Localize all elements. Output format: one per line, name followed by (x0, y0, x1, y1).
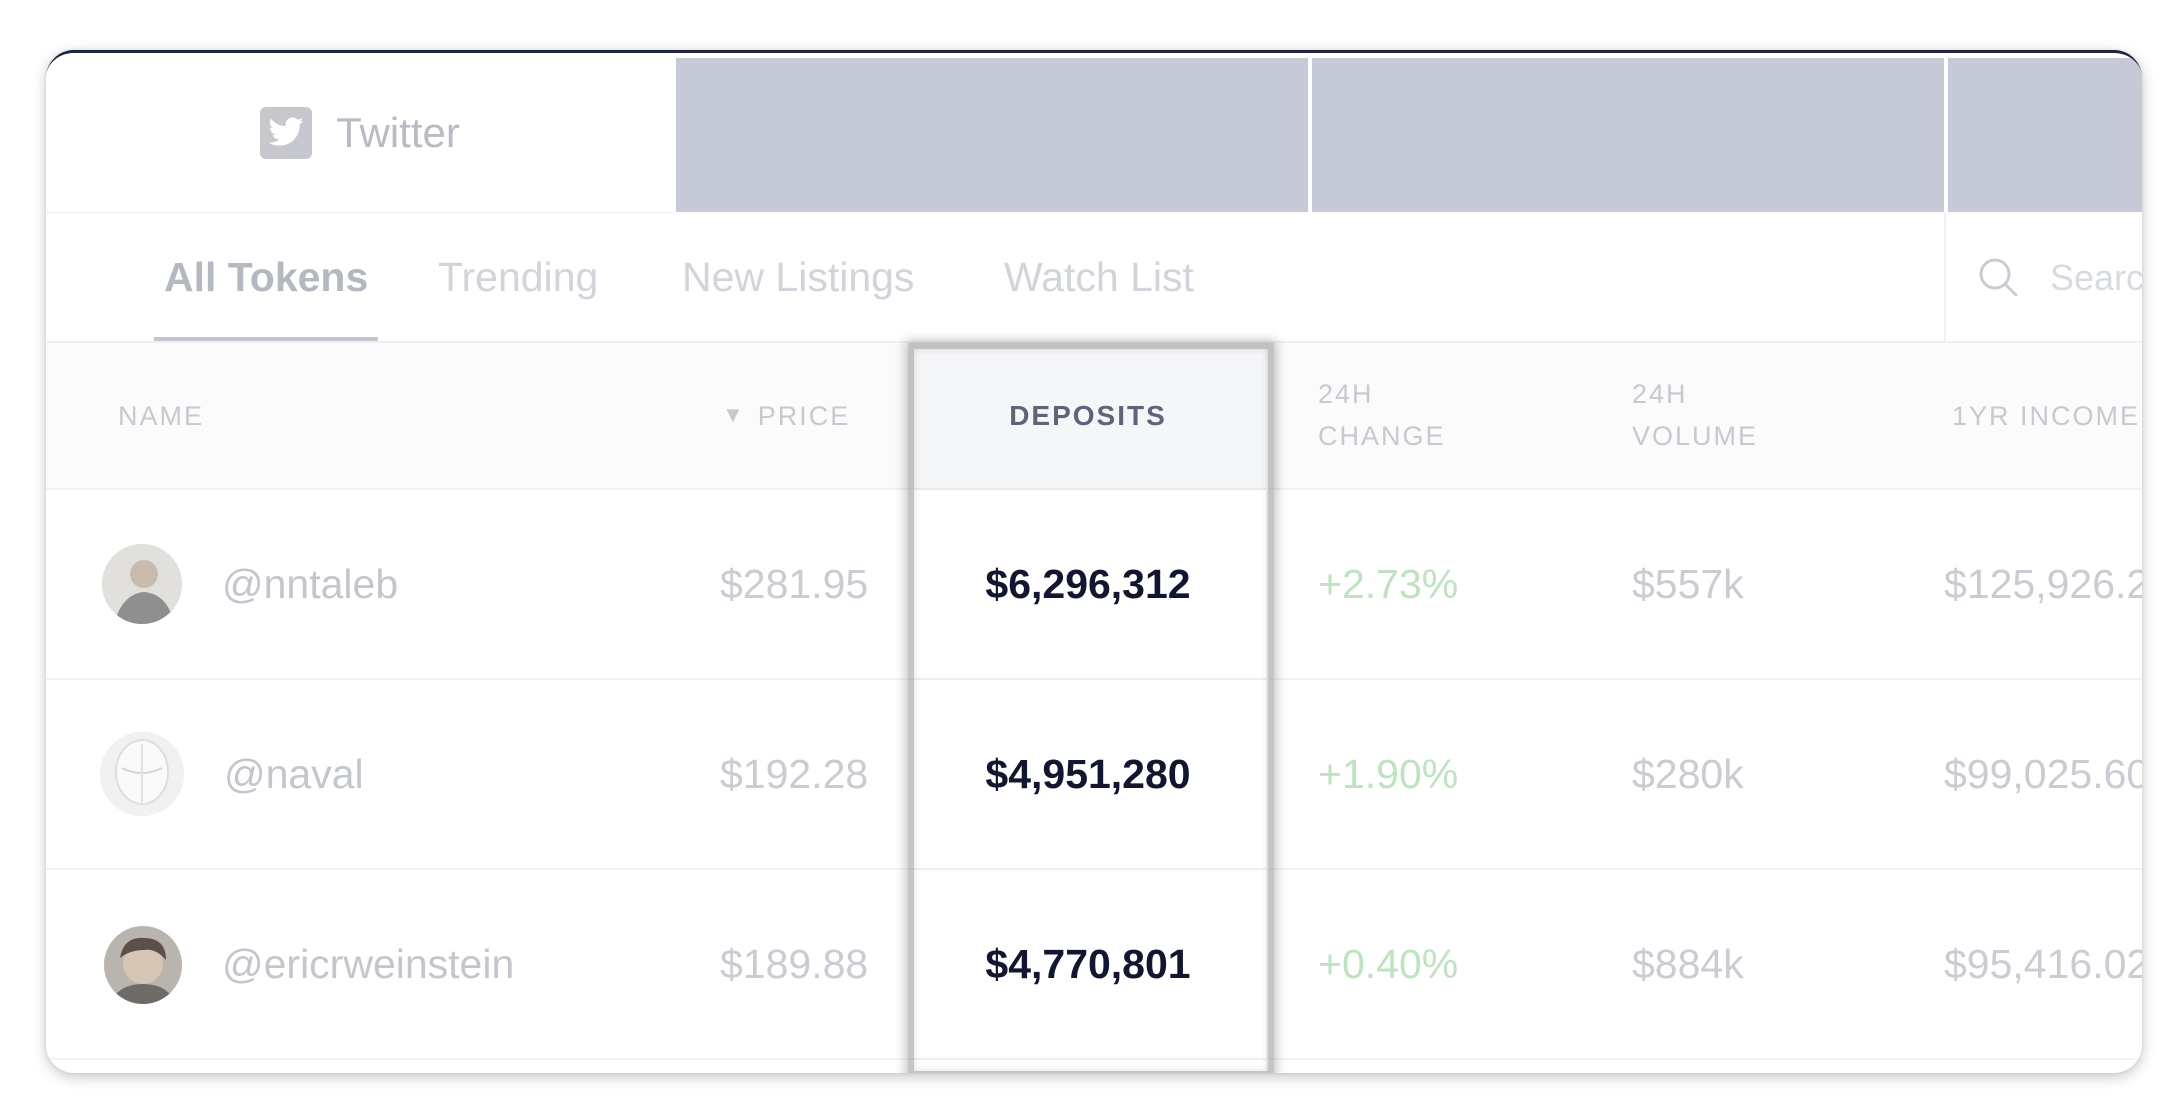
row-volume: $557k (1632, 561, 1744, 607)
column-header-price-label: PRICE (757, 401, 851, 431)
sort-desc-icon: ▼ (722, 402, 746, 427)
row-income: $125,926.2 (1944, 561, 2142, 607)
row-change: +1.90% (1318, 751, 1459, 797)
tab-new-listings[interactable]: New Listings (682, 213, 914, 341)
search-input[interactable] (2048, 255, 2142, 301)
search-icon (1976, 255, 2020, 304)
tab-twitter-label: Twitter (336, 108, 460, 156)
avatar (102, 544, 182, 624)
twitter-bird-icon (260, 106, 313, 159)
tab-placeholder-3[interactable] (1948, 58, 2142, 212)
tab-all-tokens[interactable]: All Tokens (153, 213, 379, 341)
column-header-24h-change-line1: 24H (1318, 379, 1374, 409)
column-header-1yr-income[interactable]: 1YR INCOME (1952, 395, 2140, 437)
tab-placeholder-1[interactable] (676, 58, 1308, 212)
row-handle[interactable]: @naval (224, 680, 364, 868)
avatar (104, 926, 182, 1004)
column-header-24h-change[interactable]: 24H CHANGE (1318, 373, 1518, 457)
row-handle[interactable]: @ericrweinstein (222, 870, 514, 1058)
row-price: $189.88 (720, 941, 869, 987)
column-header-24h-volume-line1: 24H (1632, 379, 1688, 409)
row-change: +0.40% (1318, 941, 1459, 987)
row-price: $281.95 (720, 561, 869, 607)
column-header-24h-volume[interactable]: 24H VOLUME (1632, 373, 1832, 457)
token-table-card: Twitter All Tokens Trending New Listings… (46, 50, 2142, 1073)
row-income: $99,025.60 (1944, 751, 2142, 797)
tab-trending[interactable]: Trending (438, 213, 598, 341)
tab-twitter[interactable]: Twitter (46, 53, 674, 214)
avatar (100, 732, 184, 816)
tab-placeholder-2[interactable] (1312, 58, 1944, 212)
row-income: $95,416.02 (1944, 941, 2142, 987)
token-filter-nav: All Tokens Trending New Listings Watch L… (46, 213, 2142, 343)
column-header-price[interactable]: ▼ PRICE (722, 395, 850, 439)
row-volume: $280k (1632, 751, 1744, 797)
row-price: $192.28 (720, 751, 869, 797)
row-volume: $884k (1632, 941, 1744, 987)
column-header-24h-volume-line2: VOLUME (1632, 421, 1759, 451)
row-handle[interactable]: @nntaleb (222, 490, 398, 678)
source-tabbar: Twitter (46, 53, 2142, 214)
row-change: +2.73% (1318, 561, 1459, 607)
deposits-column-focus-frame (908, 343, 1274, 1073)
tab-watch-list[interactable]: Watch List (1004, 213, 1194, 341)
column-header-name[interactable]: NAME (118, 395, 204, 437)
search-box[interactable] (1944, 213, 2142, 341)
column-header-24h-change-line2: CHANGE (1318, 421, 1446, 451)
